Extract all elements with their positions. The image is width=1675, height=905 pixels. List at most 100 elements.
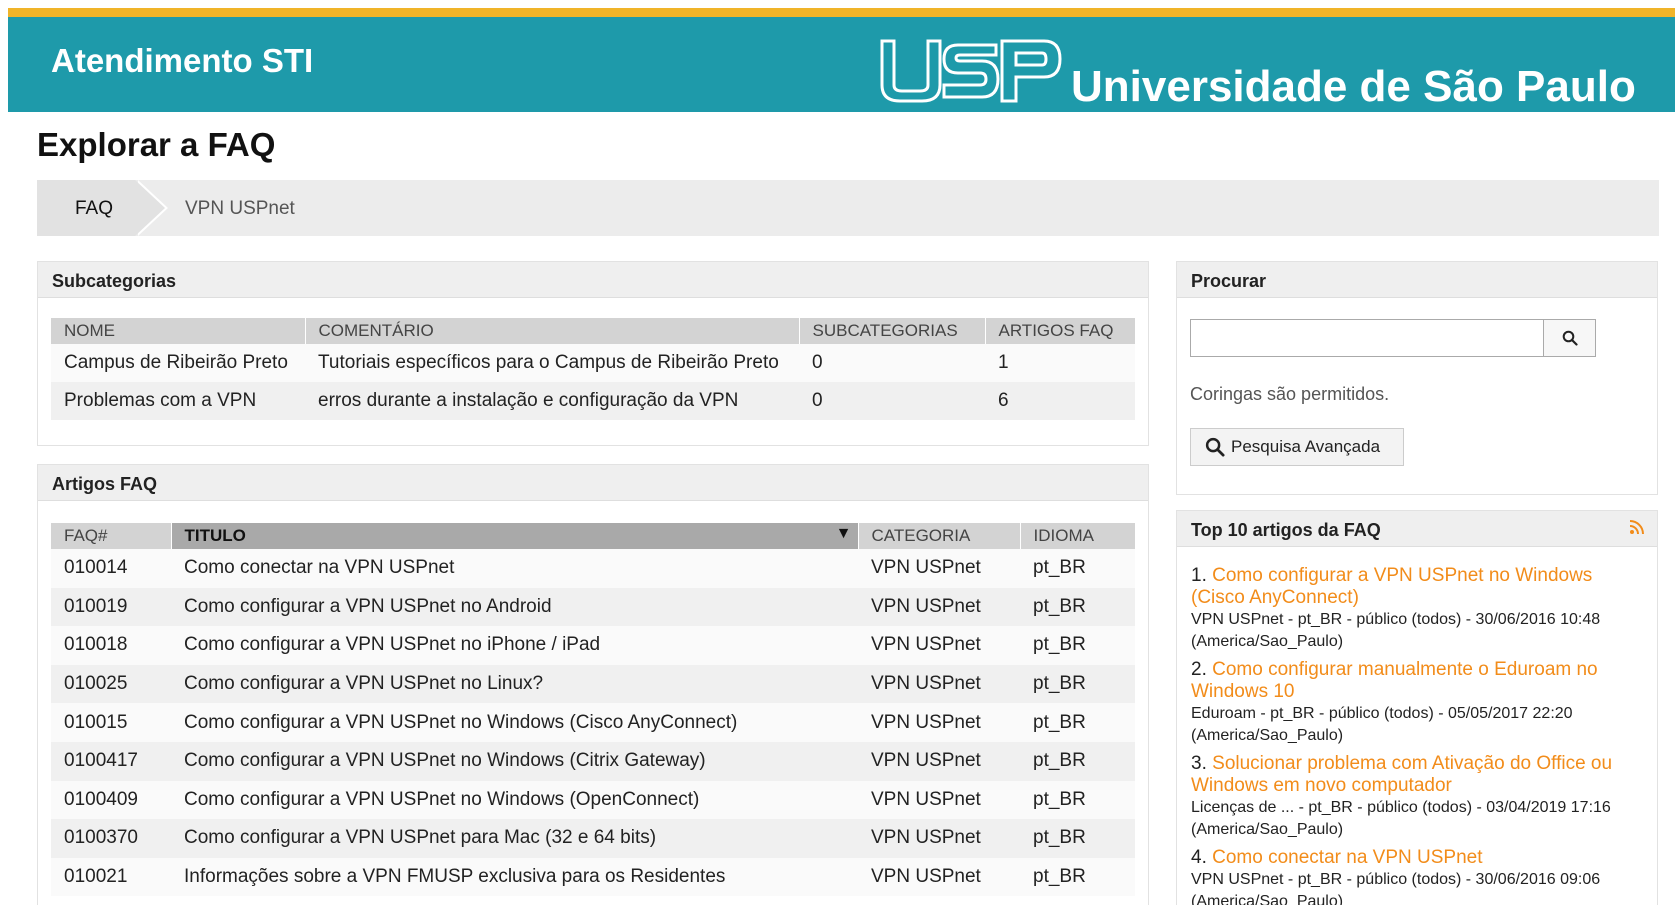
subcategory-articles: 6 — [985, 382, 1135, 420]
app-title[interactable]: Atendimento STI — [51, 42, 313, 80]
table-row[interactable]: 010014 Como conectar na VPN USPnet VPN U… — [51, 549, 1135, 588]
top10-heading: Top 10 artigos da FAQ — [1177, 511, 1657, 547]
faq-id: 010021 — [51, 857, 171, 897]
col-comment[interactable]: COMENTÁRIO — [304, 318, 799, 344]
subcategory-name[interactable]: Campus de Ribeirão Preto — [51, 344, 305, 382]
faq-category: VPN USPnet — [858, 780, 1020, 820]
faq-id: 0100409 — [51, 780, 171, 820]
faq-title-link[interactable]: Como conectar na VPN USPnet — [171, 549, 858, 588]
top10-panel: Top 10 artigos da FAQ 1. Como configurar… — [1176, 510, 1658, 905]
faq-title-link[interactable]: Como configurar a VPN USPnet no iPhone /… — [171, 626, 858, 665]
faq-title-link[interactable]: Como configurar a VPN USPnet no Windows … — [171, 703, 858, 742]
table-row[interactable]: Problemas com a VPN erros durante a inst… — [51, 382, 1135, 420]
subcategories-table: NOME COMENTÁRIO SUBCATEGORIAS ARTIGOS FA… — [51, 318, 1135, 420]
subcategory-count: 0 — [799, 344, 985, 382]
rank-number: 3. — [1191, 753, 1207, 774]
table-row[interactable]: 010015 Como configurar a VPN USPnet no W… — [51, 703, 1135, 742]
col-subcategories[interactable]: SUBCATEGORIAS — [798, 318, 985, 344]
list-item: 4. Como conectar na VPN USPnet VPN USPne… — [1191, 847, 1643, 905]
search-panel: Procurar Coringas são permitidos. Pesqui… — [1176, 261, 1658, 495]
table-row[interactable]: 010019 Como configurar a VPN USPnet no A… — [51, 587, 1135, 627]
faq-title-link[interactable]: Como configurar a VPN USPnet no Windows … — [171, 741, 858, 781]
col-name[interactable]: NOME — [51, 318, 305, 344]
subcategory-articles: 1 — [985, 344, 1135, 382]
usp-logo[interactable] — [878, 33, 1063, 107]
table-row[interactable]: 0100417 Como configurar a VPN USPnet no … — [51, 741, 1135, 781]
col-faq-articles[interactable]: ARTIGOS FAQ — [984, 318, 1135, 344]
table-row[interactable]: 0100409 Como configurar a VPN USPnet no … — [51, 780, 1135, 820]
subcategories-panel: Subcategorias NOME COMENTÁRIO SUBCATEGOR… — [37, 261, 1149, 446]
faq-language: pt_BR — [1020, 549, 1135, 588]
faq-language: pt_BR — [1020, 626, 1135, 665]
faq-category: VPN USPnet — [858, 857, 1020, 897]
subcategory-comment: Tutoriais específicos para o Campus de R… — [305, 344, 799, 382]
top10-article-meta: VPN USPnet - pt_BR - público (todos) - 3… — [1191, 611, 1601, 650]
faq-id: 010025 — [51, 664, 171, 704]
advanced-search-button[interactable]: Pesquisa Avançada — [1190, 428, 1404, 466]
top10-title: Top 10 artigos da FAQ — [1191, 520, 1381, 540]
faq-category: VPN USPnet — [858, 549, 1020, 588]
header-banner: Atendimento STI Universidade de São Paul… — [8, 17, 1675, 112]
list-item: 2. Como configurar manualmente o Eduroam… — [1191, 659, 1643, 747]
rss-icon[interactable] — [1629, 519, 1645, 535]
col-language[interactable]: IDIOMA — [1019, 523, 1135, 549]
search-button[interactable] — [1543, 319, 1596, 357]
faq-id: 010018 — [51, 626, 171, 665]
col-category[interactable]: CATEGORIA — [857, 523, 1020, 549]
col-faq-number[interactable]: FAQ# — [51, 523, 171, 549]
table-row[interactable]: 0100370 Como configurar a VPN USPnet par… — [51, 819, 1135, 858]
advanced-search-label: Pesquisa Avançada — [1231, 437, 1381, 456]
rank-number: 2. — [1191, 659, 1207, 680]
col-title[interactable]: TITULO ▼ — [170, 523, 858, 549]
top10-article-link[interactable]: Solucionar problema com Ativação do Offi… — [1191, 753, 1612, 796]
table-row[interactable]: 010021 Informações sobre a VPN FMUSP exc… — [51, 857, 1135, 897]
faq-language: pt_BR — [1020, 857, 1135, 897]
top10-article-meta: Licenças de ... - pt_BR - público (todos… — [1191, 799, 1611, 838]
breadcrumb-arrow — [135, 180, 165, 236]
subcategory-count: 0 — [799, 382, 985, 420]
faq-title-link[interactable]: Informações sobre a VPN FMUSP exclusiva … — [171, 857, 858, 897]
breadcrumb-item-current: VPN USPnet — [185, 198, 295, 219]
faq-category: VPN USPnet — [858, 664, 1020, 704]
sort-desc-icon[interactable]: ▼ — [836, 525, 852, 543]
search-input[interactable] — [1190, 319, 1544, 357]
top10-article-link[interactable]: Como configurar a VPN USPnet no Windows … — [1191, 565, 1592, 608]
top10-article-link[interactable]: Como configurar manualmente o Eduroam no… — [1191, 659, 1598, 702]
faq-category: VPN USPnet — [858, 587, 1020, 627]
faq-id: 010014 — [51, 549, 171, 588]
subcategories-heading: Subcategorias — [38, 262, 1148, 298]
faq-language: pt_BR — [1020, 587, 1135, 627]
faq-language: pt_BR — [1020, 741, 1135, 781]
faq-title-link[interactable]: Como configurar a VPN USPnet no Linux? — [171, 664, 858, 704]
articles-table: FAQ# TITULO ▼ CATEGORIA IDIOMA 010014 Co… — [51, 523, 1135, 897]
subcategory-comment: erros durante a instalação e configuraçã… — [305, 382, 799, 420]
faq-id: 0100370 — [51, 819, 171, 858]
faq-id: 010019 — [51, 587, 171, 627]
col-title-label: TITULO — [184, 526, 246, 545]
rank-number: 1. — [1191, 565, 1207, 586]
faq-category: VPN USPnet — [858, 626, 1020, 665]
faq-category: VPN USPnet — [858, 819, 1020, 858]
list-item: 1. Como configurar a VPN USPnet no Windo… — [1191, 565, 1643, 653]
table-row[interactable]: 010025 Como configurar a VPN USPnet no L… — [51, 664, 1135, 704]
faq-id: 0100417 — [51, 741, 171, 781]
breadcrumb: FAQ VPN USPnet — [37, 180, 1659, 236]
faq-title-link[interactable]: Como configurar a VPN USPnet no Android — [171, 587, 858, 627]
rank-number: 4. — [1191, 847, 1207, 868]
faq-title-link[interactable]: Como configurar a VPN USPnet no Windows … — [171, 780, 858, 820]
top10-list: 1. Como configurar a VPN USPnet no Windo… — [1177, 565, 1657, 905]
search-heading: Procurar — [1177, 262, 1657, 298]
faq-category: VPN USPnet — [858, 703, 1020, 742]
top-accent-stripe — [8, 8, 1675, 17]
articles-panel: Artigos FAQ FAQ# TITULO ▼ CATEGORIA IDIO… — [37, 464, 1149, 905]
top10-article-link[interactable]: Como conectar na VPN USPnet — [1212, 847, 1482, 868]
faq-language: pt_BR — [1020, 819, 1135, 858]
subcategory-name[interactable]: Problemas com a VPN — [51, 382, 305, 420]
list-item: 3. Solucionar problema com Ativação do O… — [1191, 753, 1643, 841]
table-row[interactable]: Campus de Ribeirão Preto Tutoriais espec… — [51, 344, 1135, 382]
faq-language: pt_BR — [1020, 703, 1135, 742]
table-row[interactable]: 010018 Como configurar a VPN USPnet no i… — [51, 626, 1135, 665]
faq-title-link[interactable]: Como configurar a VPN USPnet para Mac (3… — [171, 819, 858, 858]
breadcrumb-item-faq[interactable]: FAQ — [75, 198, 113, 220]
faq-language: pt_BR — [1020, 780, 1135, 820]
